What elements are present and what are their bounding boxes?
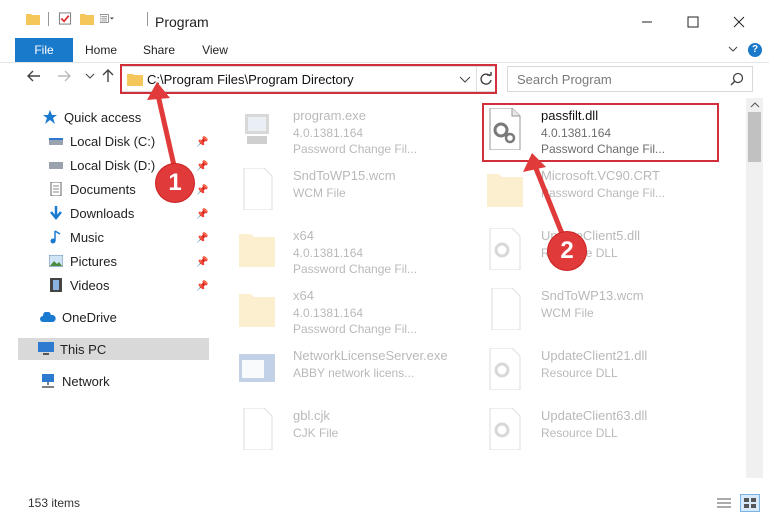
details-view-icon: [717, 498, 731, 508]
callout-arrows: [147, 82, 566, 237]
large-icons-view-icon: [744, 498, 756, 508]
callout-badge-2: 2: [548, 232, 586, 270]
large-icons-view-button[interactable]: [740, 494, 760, 512]
details-view-button[interactable]: [716, 497, 732, 514]
status-item-count: 153 items: [28, 496, 81, 510]
callout-badge-1: 1: [156, 164, 194, 202]
